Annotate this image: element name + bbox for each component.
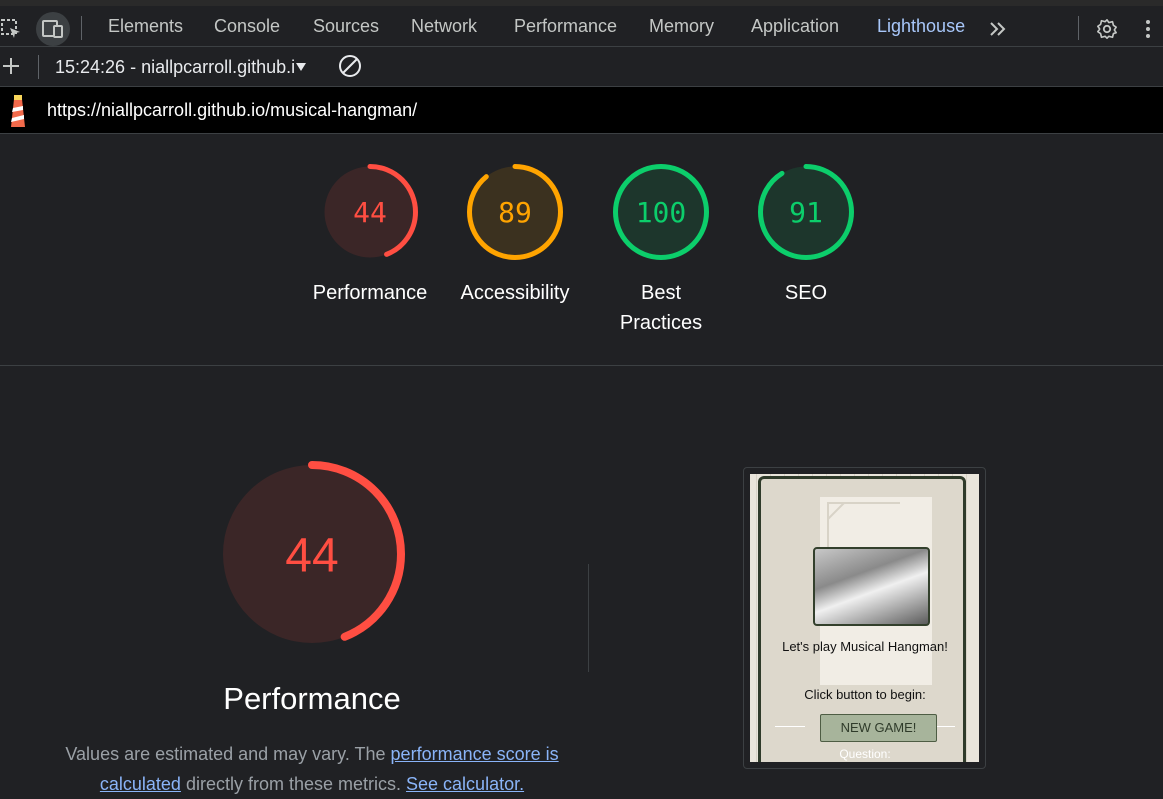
divider xyxy=(1078,16,1079,40)
sheet-music-image xyxy=(813,547,930,626)
more-tabs-icon[interactable] xyxy=(981,12,1015,46)
gauge-performance[interactable]: 44 Performance xyxy=(305,162,435,308)
big-gauge-value: 44 xyxy=(285,529,338,582)
accessibility-gauge-ring: 89 xyxy=(467,164,563,260)
gauge-label: Accessibility xyxy=(460,282,570,304)
page-screenshot-thumbnail[interactable]: Let's play Musical Hangman! Click button… xyxy=(743,467,986,769)
tab-elements[interactable]: Elements xyxy=(108,16,183,37)
audited-url[interactable]: https://niallpcarroll.github.io/musical-… xyxy=(47,100,417,121)
screenshot-content: Let's play Musical Hangman! Click button… xyxy=(750,474,979,762)
performance-gauge-ring: 44 xyxy=(322,164,418,260)
divider xyxy=(588,564,589,672)
gauge-accessibility[interactable]: 89 Accessibility xyxy=(450,162,580,308)
lighthouse-logo-icon xyxy=(6,93,30,134)
performance-big-gauge: 44 xyxy=(219,461,405,647)
performance-description: Values are estimated and may vary. The p… xyxy=(62,739,562,799)
tab-console[interactable]: Console xyxy=(214,16,280,37)
tab-memory[interactable]: Memory xyxy=(649,16,714,37)
performance-title: Performance xyxy=(223,681,401,716)
inspect-element-icon[interactable] xyxy=(0,12,28,46)
desc-text: Values are estimated and may vary. The xyxy=(65,744,391,764)
see-calculator-link[interactable]: See calculator. xyxy=(406,774,524,794)
more-options-icon[interactable] xyxy=(1131,12,1163,46)
device-toolbar-icon[interactable] xyxy=(36,12,70,46)
best-practices-gauge-ring: 100 xyxy=(613,164,709,260)
settings-gear-icon[interactable] xyxy=(1090,12,1124,46)
desc-text: directly from these metrics. xyxy=(180,774,407,794)
tab-performance[interactable]: Performance xyxy=(514,16,617,37)
gauge-seo[interactable]: 91 SEO xyxy=(741,162,871,308)
divider xyxy=(81,16,82,40)
report-url-bar: https://niallpcarroll.github.io/musical-… xyxy=(0,87,1163,134)
tab-network[interactable]: Network xyxy=(411,16,477,37)
lighthouse-toolbar: 15:24:26 - niallpcarroll.github.io xyxy=(0,47,1163,87)
report-selector-label: 15:24:26 - niallpcarroll.github.io xyxy=(55,56,295,77)
screenshot-question: Question: xyxy=(839,747,891,761)
new-report-plus-icon[interactable] xyxy=(0,55,22,82)
gauge-label: Performance xyxy=(312,282,428,304)
tab-sources[interactable]: Sources xyxy=(313,16,379,37)
divider xyxy=(38,55,39,79)
score-gauge-value: 100 xyxy=(636,196,687,229)
clear-reports-icon[interactable] xyxy=(338,54,362,83)
score-gauge-value: 89 xyxy=(498,196,532,229)
new-game-button: NEW GAME! xyxy=(820,714,937,742)
seo-gauge-ring: 91 xyxy=(758,164,854,260)
divider xyxy=(775,726,805,727)
devtools-tabbar: Elements Console Sources Network Perform… xyxy=(0,0,1163,52)
tab-application[interactable]: Application xyxy=(751,16,839,37)
score-gauges: 44 Performance 89 Accessibility 100 Best… xyxy=(0,134,1163,366)
score-gauge-value: 91 xyxy=(789,196,823,229)
report-selector[interactable]: 15:24:26 - niallpcarroll.github.io xyxy=(55,56,311,78)
dropdown-arrow-icon xyxy=(296,63,306,71)
performance-section: 44 Performance Values are estimated and … xyxy=(0,367,1163,796)
score-gauge-value: 44 xyxy=(353,196,387,229)
tab-lighthouse[interactable]: Lighthouse xyxy=(877,16,965,37)
screenshot-heading: Let's play Musical Hangman! xyxy=(782,639,948,654)
screenshot-card: Let's play Musical Hangman! Click button… xyxy=(758,476,966,762)
gauge-best-practices[interactable]: 100 Best Practices xyxy=(596,162,726,338)
gauge-label: SEO xyxy=(784,282,828,304)
gauge-label: Best Practices xyxy=(619,282,703,334)
screenshot-instruction: Click button to begin: xyxy=(804,687,926,702)
